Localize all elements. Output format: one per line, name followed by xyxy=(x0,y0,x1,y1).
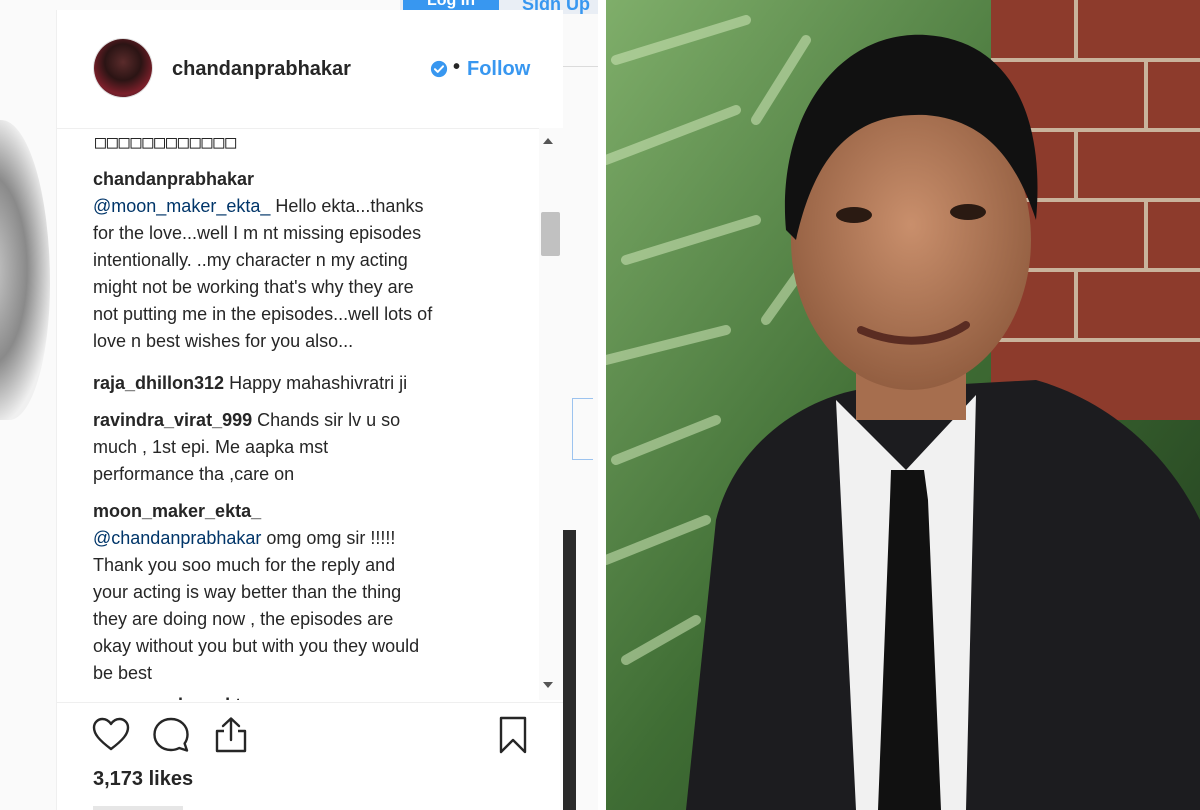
heart-icon[interactable] xyxy=(91,715,131,755)
scrollbar-thumb[interactable] xyxy=(541,212,560,256)
follow-button[interactable]: Follow xyxy=(467,58,530,81)
comment-text: for the love...well I m nt missing episo… xyxy=(93,223,422,243)
comments-list[interactable]: □□□□□□□□□□□□ chandanprabhakar @moon_make… xyxy=(57,128,563,700)
comment-text: might not be working that's why they are xyxy=(93,277,414,297)
separator-dot: • xyxy=(453,56,461,78)
likes-count[interactable]: 3,173 likes xyxy=(93,768,193,791)
share-icon[interactable] xyxy=(211,715,251,755)
caption-text: □□□□□□□□□□□□ xyxy=(95,132,238,153)
comment-username[interactable]: raja_dhillon312 xyxy=(93,373,224,393)
comment-username[interactable]: moon_maker_ekta_ xyxy=(93,498,501,525)
comment-text: Chands sir lv u so xyxy=(252,410,401,430)
scroll-down-arrow-icon[interactable] xyxy=(543,682,553,688)
image-divider xyxy=(598,0,606,810)
bookmark-icon[interactable] xyxy=(493,715,533,755)
comment-text: Thank you soo much for the reply and xyxy=(93,555,396,575)
comment-text: okay without you but with you they would xyxy=(93,636,420,656)
comment-text: Happy mahashivratri ji xyxy=(224,373,408,393)
comment-item: raja_dhillon312 Happy mahashivratri ji xyxy=(93,370,501,397)
comment-icon[interactable] xyxy=(151,715,191,755)
comment-username[interactable]: chandanprabhakar xyxy=(93,166,501,193)
comment-mention[interactable]: @moon_maker_ekta_ xyxy=(93,196,270,216)
selection-frame xyxy=(572,398,593,460)
comment-text: they are doing now , the episodes are xyxy=(93,609,394,629)
comment-text: performance tha ,care on xyxy=(93,464,295,484)
post-timestamp xyxy=(93,806,183,810)
comment-username[interactable]: moon_maker_ekta_ xyxy=(93,692,501,700)
comment-text: love n best wishes for you also... xyxy=(93,331,354,351)
verified-badge-icon xyxy=(430,60,448,78)
post-header: chandanprabhakar • Follow xyxy=(57,10,563,129)
portrait-illustration xyxy=(606,0,1200,810)
comment-text: omg omg sir !!!!! xyxy=(261,528,396,548)
portrait-photo xyxy=(606,0,1200,810)
background-photo-fragment xyxy=(0,120,50,420)
comment-text: be best xyxy=(93,663,153,683)
background-photo-strip xyxy=(562,530,576,810)
comment-text: Hello ekta...thanks xyxy=(270,196,424,216)
comment-text: your acting is way better than the thing xyxy=(93,582,402,602)
comment-text: much , 1st epi. Me aapka mst xyxy=(93,437,329,457)
avatar[interactable] xyxy=(94,39,152,97)
comment-item: ravindra_virat_999 Chands sir lv u so mu… xyxy=(93,407,501,488)
background-page: Log In Sign Up chandanprabhakar • Follow… xyxy=(0,0,598,810)
comment-mention[interactable]: @chandanprabhakar xyxy=(93,528,261,548)
comment-item: moon_maker_ekta_ @chandanprabhakar omg o… xyxy=(93,498,501,687)
comment-text: intentionally. ..my character n my actin… xyxy=(93,250,408,270)
comment-item: chandanprabhakar @moon_maker_ekta_ Hello… xyxy=(93,166,501,355)
instagram-post-card: chandanprabhakar • Follow □□□□□□□□□□□□ c… xyxy=(56,10,563,810)
comment-username[interactable]: ravindra_virat_999 xyxy=(93,410,252,430)
comment-item: moon_maker_ekta_ xyxy=(93,692,501,700)
divider xyxy=(562,66,598,67)
post-username[interactable]: chandanprabhakar xyxy=(172,58,351,81)
comment-text: not putting me in the episodes...well lo… xyxy=(93,304,433,324)
scroll-up-arrow-icon[interactable] xyxy=(543,138,553,144)
post-action-bar xyxy=(57,702,563,763)
